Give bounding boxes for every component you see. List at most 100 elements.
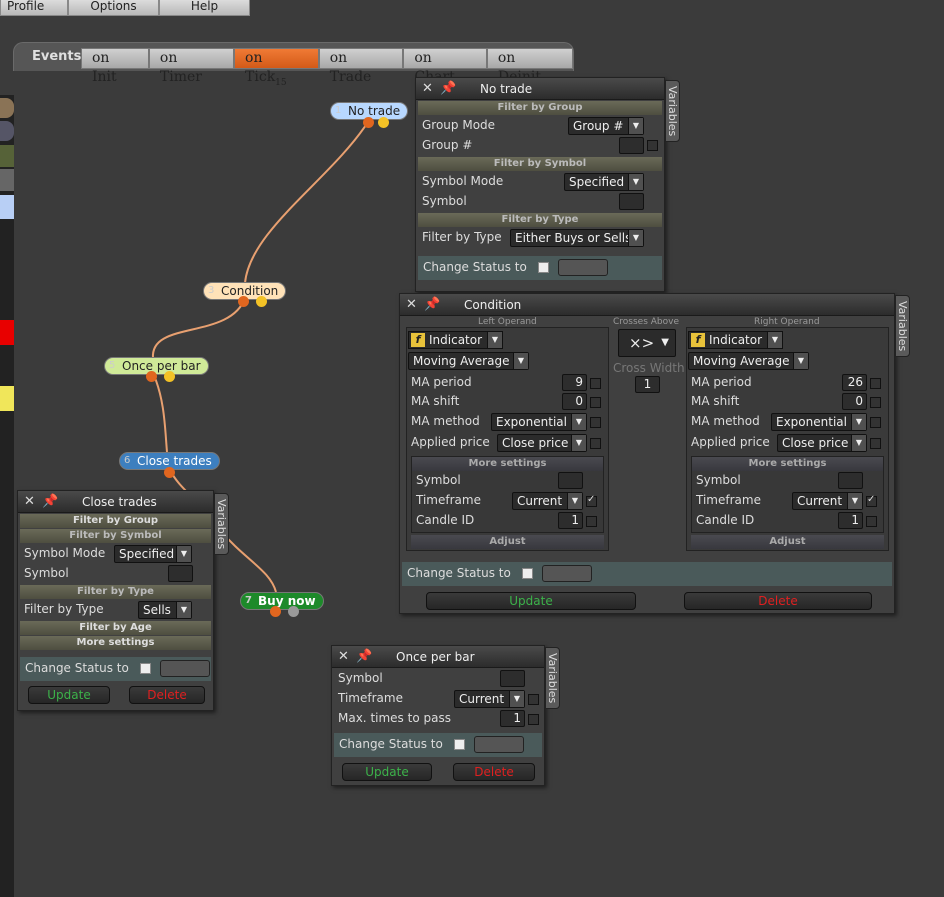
variable-checkbox[interactable] — [866, 494, 877, 507]
change-status-checkbox[interactable] — [538, 262, 549, 273]
variable-checkbox[interactable] — [590, 397, 601, 408]
variable-checkbox[interactable] — [528, 694, 539, 705]
output-port[interactable] — [164, 371, 175, 382]
left-ma-shift-input[interactable]: 0 — [562, 393, 587, 410]
update-button[interactable]: Update — [342, 763, 432, 781]
right-ma-period-input[interactable]: 26 — [842, 374, 867, 391]
panel-title-bar[interactable]: ✕ 📌 No trade — [416, 78, 664, 100]
panel-title-bar[interactable]: ✕ 📌 Once per bar — [332, 646, 544, 668]
left-timeframe-select[interactable]: Current ▼ — [512, 492, 583, 510]
left-applied-price-select[interactable]: Close price ▼ — [497, 434, 587, 452]
symbol-input[interactable] — [619, 193, 644, 210]
symbol-input[interactable] — [168, 565, 193, 582]
operator-select[interactable]: ×> ▼ — [618, 329, 676, 357]
variable-checkbox[interactable] — [870, 438, 881, 449]
filter-type-select[interactable]: Either Buys or Sells ▼ — [510, 229, 644, 247]
change-status-checkbox[interactable] — [522, 568, 533, 579]
delete-button[interactable]: Delete — [453, 763, 535, 781]
status-color-box[interactable] — [474, 736, 524, 753]
variable-checkbox[interactable] — [870, 417, 881, 428]
symbol-input[interactable] — [500, 670, 525, 687]
adjust-button[interactable]: Adjust — [411, 535, 604, 549]
variable-checkbox[interactable] — [590, 378, 601, 389]
output-port[interactable] — [256, 296, 267, 307]
variable-checkbox[interactable] — [586, 516, 597, 527]
variable-checkbox[interactable] — [590, 417, 601, 428]
delete-button[interactable]: Delete — [129, 686, 205, 704]
change-status-checkbox[interactable] — [140, 663, 151, 674]
right-indicator-select[interactable]: Moving Average ▼ — [688, 352, 809, 370]
variable-checkbox[interactable] — [866, 516, 877, 527]
right-candle-input[interactable]: 1 — [838, 512, 863, 529]
left-ma-period-input[interactable]: 9 — [562, 374, 587, 391]
pin-icon[interactable]: 📌 — [42, 491, 58, 513]
output-port[interactable] — [238, 296, 249, 307]
right-symbol-input[interactable] — [838, 472, 863, 489]
group-header[interactable]: Filter by Age — [20, 621, 211, 635]
node-buy-now[interactable]: 7 Buy now — [240, 592, 324, 610]
filter-type-select[interactable]: Sells ▼ — [138, 601, 192, 619]
pin-icon[interactable]: 📌 — [440, 78, 456, 100]
right-ma-method-select[interactable]: Exponential ▼ — [771, 413, 867, 431]
output-port[interactable] — [270, 606, 281, 617]
pin-icon[interactable]: 📌 — [424, 294, 440, 316]
symbol-mode-select[interactable]: Specified ▼ — [564, 173, 644, 191]
right-source-select[interactable]: f Indicator ▼ — [688, 331, 783, 349]
variables-tab[interactable]: Variables — [665, 80, 680, 142]
close-icon[interactable]: ✕ — [422, 78, 433, 100]
output-port[interactable] — [164, 467, 175, 478]
select-value: Specified — [119, 547, 175, 561]
close-icon[interactable]: ✕ — [24, 491, 35, 513]
update-button[interactable]: Update — [28, 686, 110, 704]
pin-icon[interactable]: 📌 — [356, 646, 372, 668]
output-port[interactable] — [378, 117, 389, 128]
more-settings-header[interactable]: More settings — [412, 457, 603, 471]
status-color-box[interactable] — [160, 660, 210, 677]
cross-width-input[interactable]: 1 — [635, 376, 660, 393]
close-icon[interactable]: ✕ — [406, 294, 417, 316]
adjust-button[interactable]: Adjust — [691, 535, 884, 549]
output-port[interactable] — [288, 606, 299, 617]
group-header[interactable]: Filter by Type — [20, 585, 211, 599]
panel-title-bar[interactable]: ✕ 📌 Condition — [400, 294, 894, 316]
variable-checkbox[interactable] — [870, 378, 881, 389]
output-port[interactable] — [363, 117, 374, 128]
right-applied-price-select[interactable]: Close price ▼ — [777, 434, 867, 452]
left-ma-method-select[interactable]: Exponential ▼ — [491, 413, 587, 431]
node-label: Close trades — [137, 454, 212, 468]
variable-checkbox[interactable] — [870, 397, 881, 408]
group-header[interactable]: More settings — [20, 636, 211, 650]
change-status-checkbox[interactable] — [454, 739, 465, 750]
variable-checkbox[interactable] — [528, 714, 539, 725]
variables-tab[interactable]: Variables — [545, 647, 560, 709]
variable-checkbox[interactable] — [647, 140, 658, 151]
panel-title-bar[interactable]: ✕ 📌 Close trades — [18, 491, 213, 513]
node-once-per-bar[interactable]: 5 Once per bar — [104, 357, 209, 375]
close-icon[interactable]: ✕ — [338, 646, 349, 668]
status-color-box[interactable] — [558, 259, 608, 276]
output-port[interactable] — [146, 371, 157, 382]
left-symbol-input[interactable] — [558, 472, 583, 489]
variable-checkbox[interactable] — [586, 494, 597, 507]
max-times-input[interactable]: 1 — [500, 710, 525, 727]
group-header[interactable]: Filter by Symbol — [20, 529, 211, 543]
left-indicator-select[interactable]: Moving Average ▼ — [408, 352, 529, 370]
delete-button[interactable]: Delete — [684, 592, 872, 610]
timeframe-select[interactable]: Current ▼ — [454, 690, 525, 708]
node-number: 5 — [109, 360, 116, 371]
more-settings-header[interactable]: More settings — [692, 457, 883, 471]
symbol-mode-select[interactable]: Specified ▼ — [114, 545, 192, 563]
group-number-input[interactable] — [619, 137, 644, 154]
left-source-select[interactable]: f Indicator ▼ — [408, 331, 503, 349]
update-button[interactable]: Update — [426, 592, 636, 610]
variables-tab[interactable]: Variables — [895, 295, 910, 357]
right-ma-shift-input[interactable]: 0 — [842, 393, 867, 410]
group-mode-select[interactable]: Group # ▼ — [568, 117, 644, 135]
status-color-box[interactable] — [542, 565, 592, 582]
chevron-down-icon: ▼ — [851, 435, 866, 451]
left-candle-input[interactable]: 1 — [558, 512, 583, 529]
variable-checkbox[interactable] — [590, 438, 601, 449]
variables-tab[interactable]: Variables — [214, 493, 229, 555]
right-timeframe-select[interactable]: Current ▼ — [792, 492, 863, 510]
group-header[interactable]: Filter by Group — [20, 514, 211, 528]
